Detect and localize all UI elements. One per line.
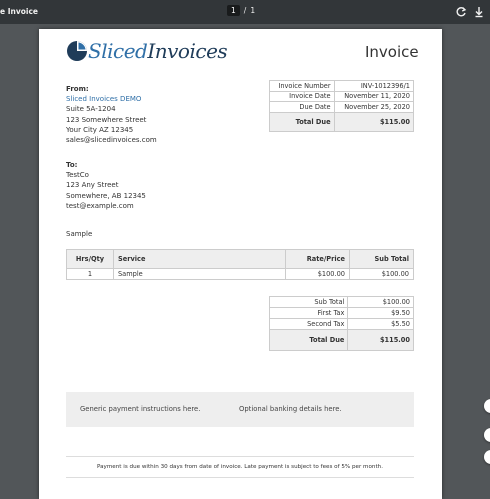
to-company: TestCo: [66, 171, 89, 180]
page-indicator: 1 / 1: [227, 5, 255, 16]
totals-table: Sub Total $100.00 First Tax $9.50 Second T…: [268, 296, 414, 351]
floating-action-button[interactable]: [484, 399, 490, 413]
items-header-row: Hrs/Qty Service Rate/Price Sub Total: [66, 249, 414, 269]
meta-label: Invoice Number: [269, 80, 335, 92]
total-due-value: $115.00: [347, 329, 414, 351]
logo-text-part2: Invoices: [147, 39, 228, 63]
totals-row: Second Tax $5.50: [268, 318, 414, 330]
document-title: e Invoice: [0, 7, 38, 16]
meta-row: Invoice Date November 11, 2020: [269, 90, 415, 102]
service-header: Service: [113, 249, 286, 269]
from-label: From:: [66, 85, 89, 93]
to-address-line: Somewhere, AB 12345: [66, 191, 146, 200]
totals-value: $100.00: [347, 296, 414, 308]
totals-total-row: Total Due $115.00: [268, 329, 414, 351]
subtotal-header: Sub Total: [349, 249, 414, 269]
pdf-toolbar: e Invoice 1 / 1: [0, 0, 490, 24]
qty-header: Hrs/Qty: [66, 249, 114, 269]
totals-label: First Tax: [268, 307, 349, 319]
total-due-label: Total Due: [268, 329, 349, 351]
page-number-input[interactable]: 1: [227, 5, 240, 16]
download-icon[interactable]: [472, 5, 486, 19]
item-qty: 1: [66, 268, 114, 280]
from-company[interactable]: Sliced Invoices DEMO: [66, 94, 157, 104]
item-service: Sample: [113, 268, 286, 280]
to-address-line: 123 Any Street: [66, 181, 119, 190]
logo-text-part1: Sliced: [88, 39, 148, 63]
table-row: 1 Sample $100.00 $100.00: [66, 268, 414, 280]
payment-info-box: Generic payment instructions here. Optio…: [66, 392, 414, 427]
from-block: From: Sliced Invoices DEMO Suite 5A-1204…: [66, 84, 157, 145]
totals-row: Sub Total $100.00: [268, 296, 414, 308]
total-pages: 1: [250, 6, 256, 15]
meta-total-row: Total Due $115.00: [269, 111, 415, 132]
page-separator: /: [243, 6, 247, 15]
meta-label: Due Date: [269, 101, 335, 113]
from-address-line: Suite 5A-1204: [66, 105, 116, 114]
meta-value: INV-1012396/1: [333, 80, 415, 92]
to-label: To:: [66, 161, 78, 169]
meta-row: Due Date November 25, 2020: [269, 101, 415, 113]
totals-value: $9.50: [347, 307, 414, 319]
logo-pie-icon: [67, 41, 87, 61]
totals-value: $5.50: [347, 318, 414, 330]
meta-row: Invoice Number INV-1012396/1: [269, 80, 415, 92]
floating-action-button[interactable]: [484, 450, 490, 464]
from-email: sales@slicedinvoices.com: [66, 136, 157, 145]
rate-header: Rate/Price: [285, 249, 350, 269]
from-address-line: 123 Somewhere Street: [66, 115, 147, 124]
totals-label: Second Tax: [268, 318, 349, 330]
company-logo: SlicedInvoices: [66, 39, 228, 63]
to-email: test@example.com: [66, 201, 134, 210]
invoice-meta-table: Invoice Number INV-1012396/1 Invoice Date…: [269, 80, 415, 132]
invoice-page: SlicedInvoices Invoice From: Sliced Invo…: [39, 29, 442, 499]
invoice-heading: Invoice: [365, 43, 419, 61]
totals-label: Sub Total: [268, 296, 349, 308]
to-block: To: TestCo 123 Any Street Somewhere, AB …: [66, 160, 146, 211]
payment-terms-footer: Payment is due within 30 days from date …: [66, 456, 414, 478]
meta-total-value: $115.00: [333, 111, 415, 132]
item-rate: $100.00: [285, 268, 350, 280]
totals-row: First Tax $9.50: [268, 307, 414, 319]
banking-details: Optional banking details here.: [239, 405, 342, 413]
payment-instructions: Generic payment instructions here.: [80, 405, 201, 413]
logo-text: SlicedInvoices: [88, 39, 228, 63]
meta-value: November 25, 2020: [333, 101, 415, 113]
meta-value: November 11, 2020: [333, 90, 415, 102]
line-items-table: Hrs/Qty Service Rate/Price Sub Total 1 S…: [66, 249, 414, 280]
meta-total-label: Total Due: [269, 111, 335, 132]
invoice-description: Sample: [66, 230, 93, 238]
from-address-line: Your City AZ 12345: [66, 125, 134, 134]
floating-action-button[interactable]: [484, 428, 490, 442]
meta-label: Invoice Date: [269, 90, 335, 102]
rotate-icon[interactable]: [454, 5, 468, 19]
item-subtotal: $100.00: [349, 268, 414, 280]
